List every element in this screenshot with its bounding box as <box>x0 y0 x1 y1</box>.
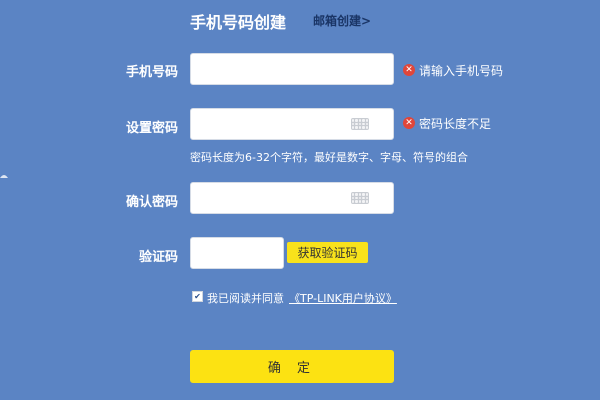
agreement-checkbox[interactable]: ✔ <box>192 291 203 302</box>
phone-input[interactable] <box>190 53 394 85</box>
password-label: 设置密码 <box>125 121 178 136</box>
keyboard-icon[interactable] <box>351 118 369 130</box>
edge-decoration <box>0 175 8 178</box>
email-signup-link[interactable]: 邮箱创建> <box>313 12 371 29</box>
checkmark-icon: ✔ <box>194 292 201 301</box>
keyboard-icon[interactable] <box>351 192 369 204</box>
user-agreement-link[interactable]: 《TP-LINK用户协议》 <box>289 290 397 306</box>
agreement-text: 我已阅读并同意 <box>207 292 284 305</box>
password-hint: 密码长度为6-32个字符，最好是数字、字母、符号的组合 <box>190 151 468 164</box>
phone-error-text: 请输入手机号码 <box>419 64 504 78</box>
password-error-text: 密码长度不足 <box>419 117 492 131</box>
get-captcha-button[interactable]: 获取验证码 <box>287 242 368 263</box>
error-icon: ✕ <box>403 117 415 129</box>
captcha-input[interactable] <box>190 237 284 269</box>
page-title: 手机号码创建 <box>190 13 287 32</box>
confirm-button[interactable]: 确 定 <box>190 350 394 383</box>
phone-label: 手机号码 <box>125 65 178 80</box>
confirm-password-label: 确认密码 <box>125 195 178 210</box>
error-icon: ✕ <box>403 64 415 76</box>
captcha-label: 验证码 <box>138 250 178 265</box>
